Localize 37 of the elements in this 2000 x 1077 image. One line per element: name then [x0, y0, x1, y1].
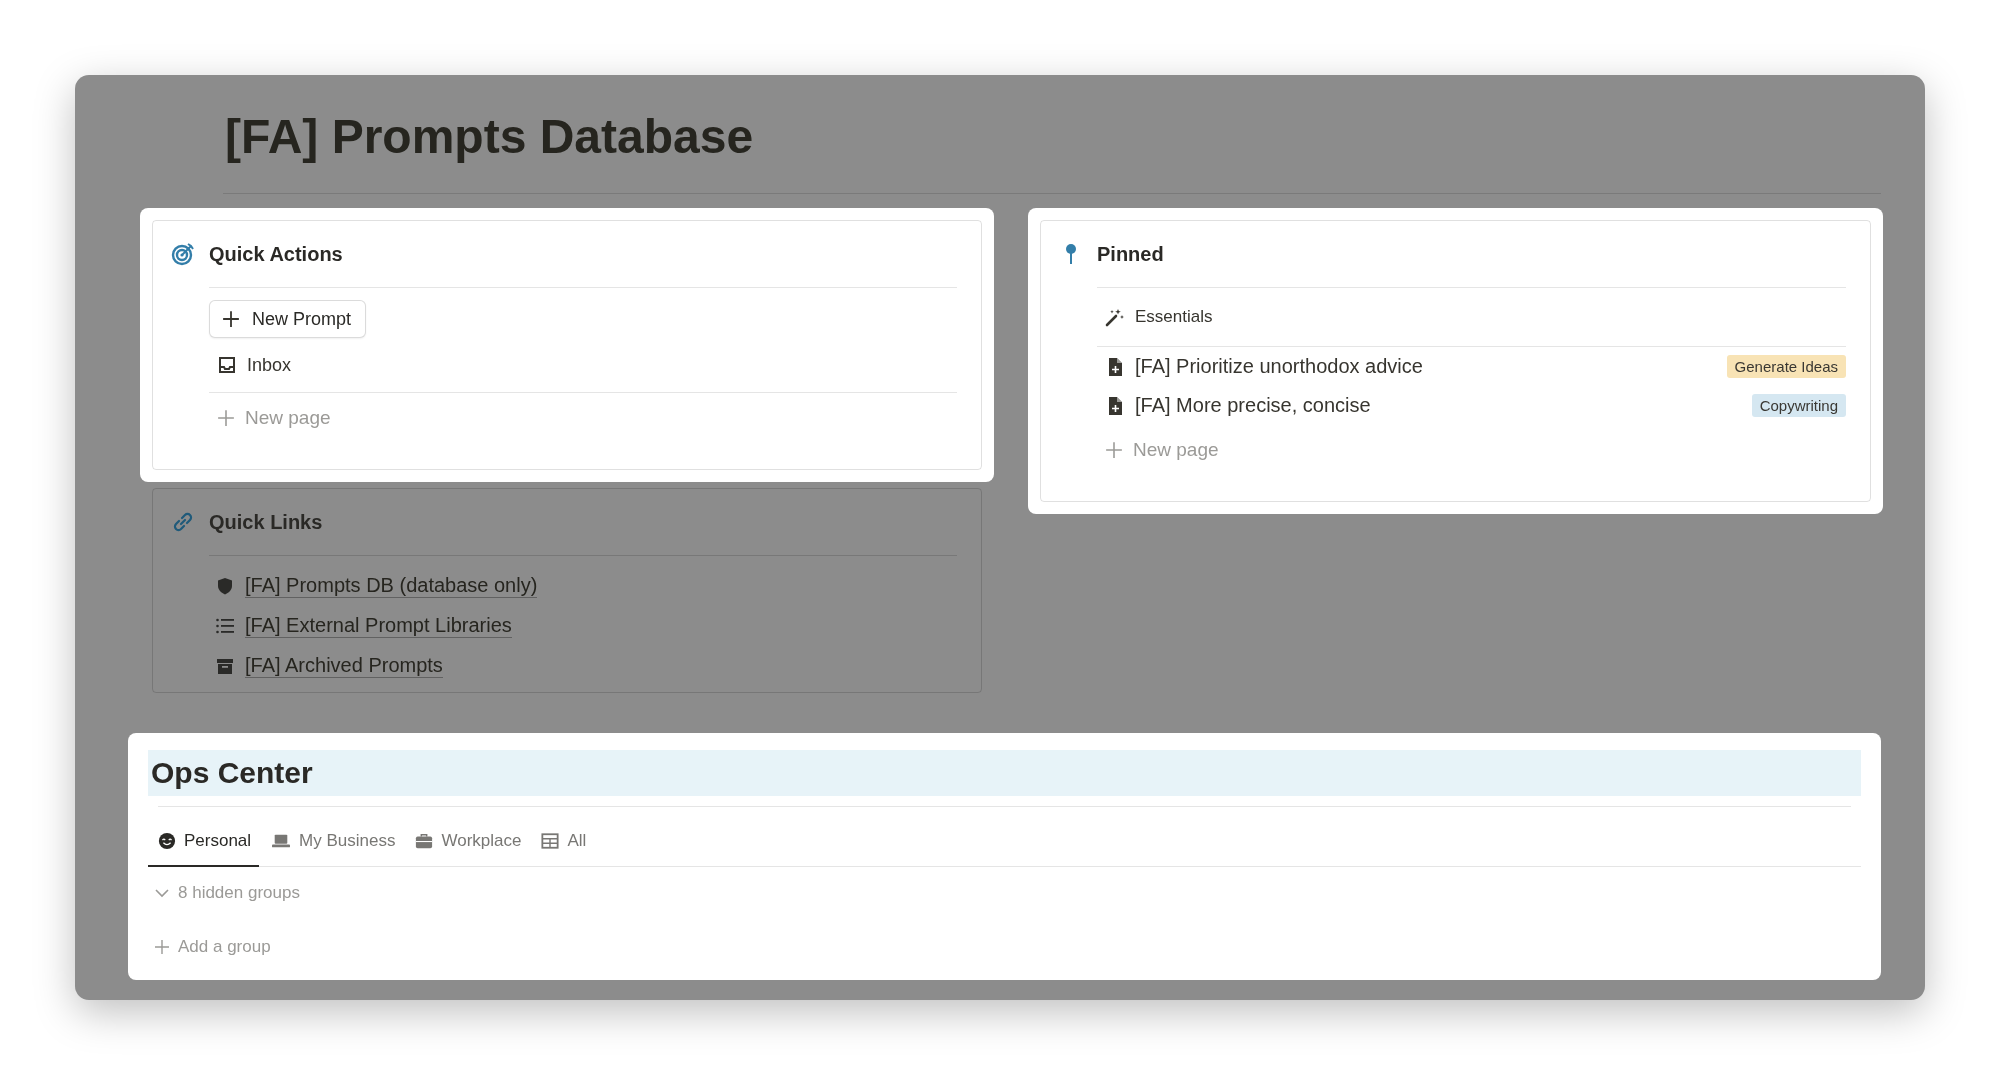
new-page-link[interactable]: New page	[245, 407, 331, 429]
smiley-icon	[158, 832, 176, 850]
page-link[interactable]: [FA] Prioritize unorthodox advice	[1135, 355, 1717, 378]
tag: Generate Ideas	[1726, 355, 1846, 378]
plus-icon	[222, 310, 240, 328]
table-icon	[541, 832, 560, 850]
page-link[interactable]: [FA] Archived Prompts	[245, 654, 443, 678]
plus-icon	[154, 939, 170, 955]
magic-wand-icon	[1105, 307, 1125, 327]
view-tab[interactable]: Personal	[148, 817, 260, 867]
page-link[interactable]: [FA] External Prompt Libraries	[245, 614, 512, 638]
laptop-icon	[271, 832, 292, 850]
tag: Copywriting	[1751, 394, 1846, 417]
target-icon	[171, 242, 195, 266]
view-tab[interactable]: Workplace	[405, 817, 530, 867]
page-link[interactable]: [FA] More precise, concise	[1135, 394, 1742, 417]
hidden-groups-toggle[interactable]: 8 hidden groups	[178, 883, 300, 903]
shield-icon	[215, 576, 235, 596]
add-group-button[interactable]: Add a group	[178, 937, 271, 957]
list-icon	[215, 616, 235, 636]
briefcase-icon	[415, 832, 434, 850]
group-label: Essentials	[1135, 307, 1213, 327]
archive-box-icon	[215, 656, 235, 676]
plus-icon	[217, 409, 235, 427]
page-link[interactable]: Inbox	[247, 354, 292, 376]
plus-icon	[1105, 441, 1123, 459]
block-heading: Quick Links	[209, 510, 323, 534]
view-tab[interactable]: All	[531, 817, 595, 867]
link-icon	[171, 510, 195, 534]
block-heading: Quick Actions	[209, 242, 343, 266]
new-prompt-button[interactable]: New Prompt	[209, 300, 367, 338]
page-title: [FA] Prompts Database	[225, 109, 755, 165]
new-page-link[interactable]: New page	[1133, 439, 1219, 461]
page-link[interactable]: [FA] Prompts DB (database only)	[245, 574, 538, 598]
block-heading: Pinned	[1097, 242, 1164, 266]
view-tab[interactable]: My Business	[261, 817, 404, 867]
inbox-icon	[217, 355, 237, 375]
